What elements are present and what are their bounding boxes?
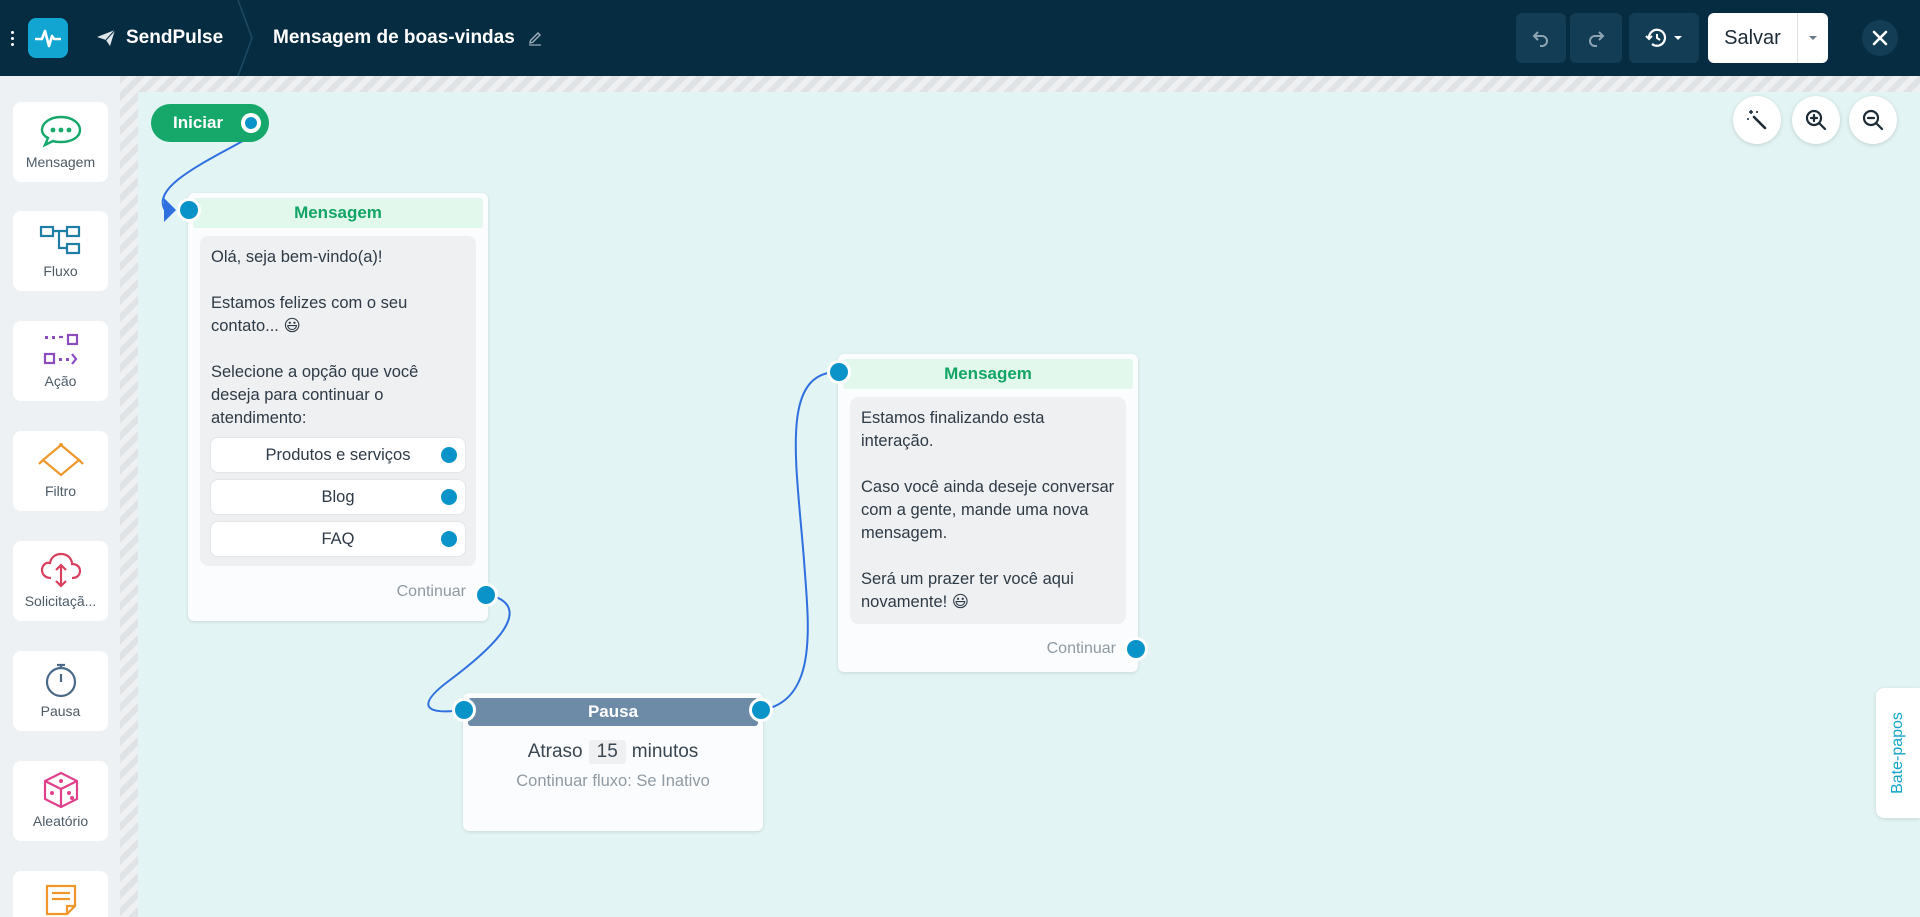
sidebar-item-label: Ação — [44, 373, 77, 389]
start-node[interactable]: Iniciar — [151, 104, 269, 142]
pause-node[interactable]: Pausa Atraso 15 minutos Continuar fluxo: S… — [463, 693, 763, 831]
chevron-down-icon — [1674, 36, 1682, 40]
chevron-down-icon — [1809, 36, 1817, 40]
delay-text: Atraso 15 minutos — [463, 740, 763, 764]
pause-input-port[interactable] — [455, 701, 473, 719]
history-button[interactable] — [1629, 13, 1699, 63]
sidebar-item-label: Pausa — [40, 703, 81, 719]
sidebar-item-label: Mensagem — [25, 154, 96, 170]
continue-output-port[interactable] — [477, 586, 495, 604]
delay-unit: minutos — [631, 741, 699, 762]
stopwatch-icon — [41, 661, 81, 699]
button-output-port[interactable] — [441, 489, 457, 505]
sidebar-item-mensagem[interactable]: Mensagem — [13, 102, 108, 182]
zoom-out-button[interactable] — [1849, 96, 1897, 144]
action-icon — [39, 331, 83, 369]
message-bubble: Estamos finalizando esta interação. Caso… — [850, 397, 1126, 624]
magic-wand-icon — [1747, 110, 1767, 130]
message-text: Caso você ainda deseje conversar com a g… — [861, 478, 1115, 542]
sidebar-item-solicitacao[interactable]: Solicitaçã... — [13, 541, 108, 621]
chats-tab[interactable]: Bate-papos — [1876, 688, 1920, 818]
pause-output-port[interactable] — [752, 701, 770, 719]
button-label: Produtos e serviços — [265, 445, 411, 464]
dice-icon — [41, 771, 81, 809]
history-icon — [1645, 28, 1667, 47]
save-options-button[interactable] — [1798, 13, 1828, 63]
canvas-left-edge — [120, 76, 138, 917]
redo-icon — [1589, 31, 1605, 47]
button-output-port[interactable] — [441, 447, 457, 463]
auto-arrange-button[interactable] — [1733, 96, 1781, 144]
sidebar-item-label: Aleatório — [32, 813, 89, 829]
quick-reply-button[interactable]: FAQ — [211, 522, 465, 556]
pulse-logo-icon[interactable] — [28, 18, 68, 58]
delay-value: 15 — [588, 740, 626, 764]
message-node-closing[interactable]: Mensagem Estamos finalizando esta intera… — [838, 354, 1138, 672]
message-input-port[interactable] — [180, 201, 198, 219]
undo-button[interactable] — [1516, 13, 1566, 63]
sidebar-item-label: Fluxo — [43, 263, 78, 279]
wire-pause-to-message — [761, 371, 839, 711]
quick-reply-button[interactable]: Blog — [211, 480, 465, 514]
undo-icon — [1532, 31, 1548, 47]
zoom-in-button[interactable] — [1792, 96, 1840, 144]
filter-icon — [37, 441, 85, 479]
continue-label: Continuar — [396, 583, 466, 600]
button-label: Blog — [321, 487, 355, 506]
node-header: Mensagem — [193, 198, 483, 228]
button-output-port[interactable] — [441, 531, 457, 547]
chats-tab-label: Bate-papos — [1889, 712, 1906, 794]
paper-plane-icon — [97, 29, 116, 46]
sidebar-item-label: Filtro — [44, 483, 77, 499]
sidebar-item-note[interactable] — [13, 871, 108, 917]
page-title: Mensagem de boas-vindas — [273, 27, 515, 48]
message-node-welcome[interactable]: Mensagem Olá, seja bem-vindo(a)! Estamos… — [188, 193, 488, 621]
message-text: Selecione a opção que você deseja para c… — [211, 363, 419, 427]
node-header: Mensagem — [843, 359, 1133, 389]
brand[interactable]: SendPulse — [96, 0, 223, 76]
flow-icon — [39, 221, 83, 259]
message-bubble: Olá, seja bem-vindo(a)! Estamos felizes … — [200, 236, 476, 566]
button-label: FAQ — [321, 529, 355, 548]
save-group: Salvar — [1708, 13, 1828, 63]
sidebar-item-label: Solicitaçã... — [24, 593, 97, 609]
message-input-port[interactable] — [830, 363, 848, 381]
continue-output-port[interactable] — [1127, 640, 1145, 658]
save-button[interactable]: Salvar — [1708, 13, 1798, 63]
sidebar-item-filtro[interactable]: Filtro — [13, 431, 108, 511]
quick-reply-button[interactable]: Produtos e serviços — [211, 438, 465, 472]
close-icon — [1872, 30, 1888, 46]
start-label: Iniciar — [173, 113, 224, 132]
delay-prefix: Atraso — [527, 741, 583, 762]
pencil-icon[interactable] — [527, 30, 543, 46]
cloud-request-icon — [39, 551, 83, 589]
redo-button[interactable] — [1570, 13, 1622, 63]
canvas-top-edge — [120, 76, 1920, 92]
connection-arrow — [164, 198, 176, 222]
sidebar-item-pausa[interactable]: Pausa — [13, 651, 108, 731]
start-output-port[interactable] — [241, 113, 261, 133]
blocks-sidebar: Mensagem Fluxo Ação Filtro Solicitaçã...… — [0, 76, 120, 917]
node-header: Pausa — [468, 698, 758, 726]
sidebar-item-fluxo[interactable]: Fluxo — [13, 211, 108, 291]
sidebar-item-aleatorio[interactable]: Aleatório — [13, 761, 108, 841]
brand-name: SendPulse — [126, 27, 224, 48]
zoom-in-icon — [1805, 109, 1827, 131]
message-text: Olá, seja bem-vindo(a)! — [211, 248, 383, 266]
breadcrumb-separator — [237, 0, 253, 76]
note-icon — [41, 881, 81, 917]
continue-flow-condition: Continuar fluxo: Se Inativo — [516, 772, 710, 790]
message-text: Estamos finalizando esta interação. — [861, 409, 1045, 450]
flow-title[interactable]: Mensagem de boas-vindas — [273, 0, 543, 76]
continue-label: Continuar — [1046, 640, 1116, 657]
more-vertical-icon[interactable] — [0, 0, 24, 76]
message-text: Estamos felizes com o seu contato... 😃 — [211, 294, 408, 335]
chat-bubble-icon — [39, 112, 83, 150]
close-button[interactable] — [1862, 20, 1898, 56]
zoom-out-icon — [1862, 109, 1884, 131]
sidebar-item-acao[interactable]: Ação — [13, 321, 108, 401]
message-text: Será um prazer ter você aqui novamente! … — [861, 570, 1074, 611]
